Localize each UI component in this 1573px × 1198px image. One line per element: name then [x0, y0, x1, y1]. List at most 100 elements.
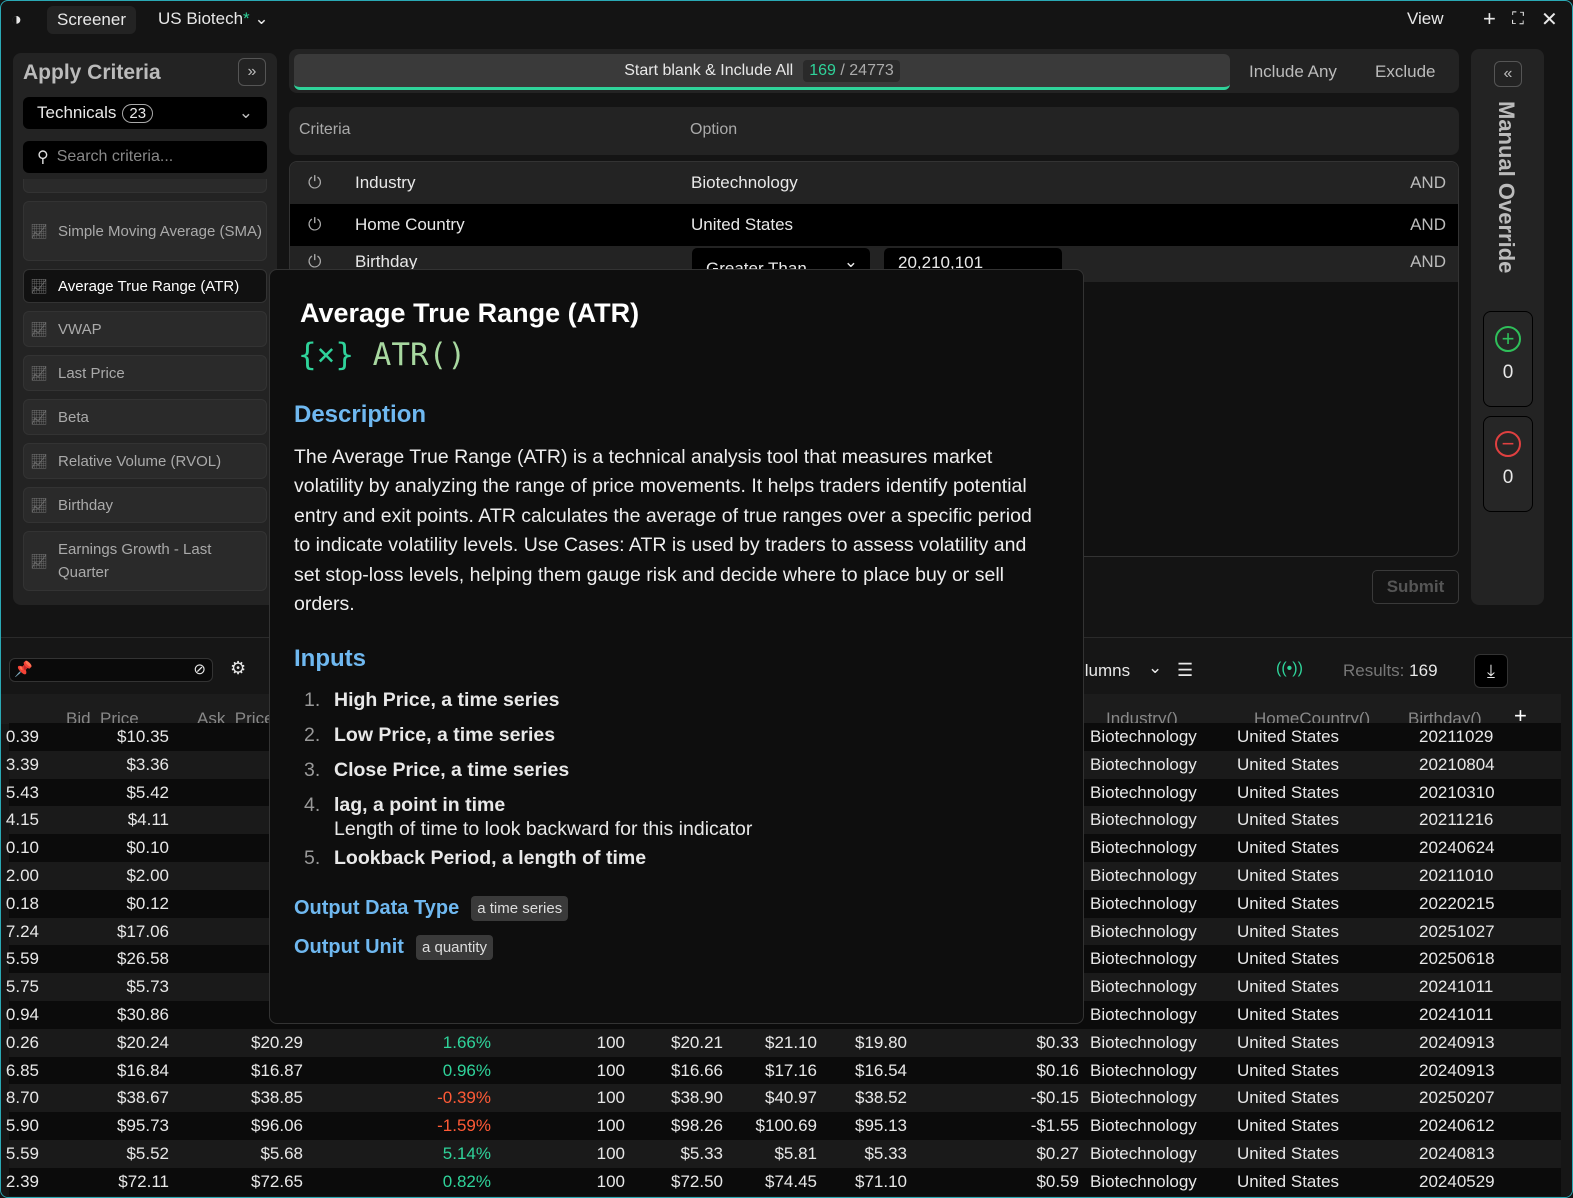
cell-l: $19.80 — [855, 1032, 907, 1052]
cell-bd: 20240529 — [1419, 1171, 1495, 1191]
table-row[interactable]: 2.39 $72.11 $72.65 0.82% 100 $72.50 $74.45 $71.… — [6, 1167, 1561, 1196]
cell-ind: Biotechnology — [1090, 810, 1197, 830]
cell-bd: 20241011 — [1419, 977, 1494, 997]
cell-cty: United States — [1237, 977, 1340, 997]
plus-icon[interactable]: + — [1483, 6, 1496, 32]
criteria-info-popover: Average True Range (ATR) {×} ATR() Descr… — [269, 269, 1084, 1024]
contrast-icon[interactable]: ◑ — [11, 9, 22, 30]
cell-qty: 100 — [596, 1144, 625, 1163]
menu-icon[interactable]: ☰ — [1177, 660, 1193, 681]
include-all-tab[interactable]: Start blank & Include All 169 / 24773 — [294, 54, 1230, 90]
criteria-item-partial[interactable] — [23, 179, 267, 193]
collapse-icon[interactable]: « — [1494, 61, 1522, 87]
table-row[interactable]: 0.26 $20.24 $20.29 1.66% 100 $20.21 $21.10 $19.… — [6, 1028, 1561, 1057]
output-type-tag: a time series — [471, 896, 569, 922]
screen-selector[interactable]: US Biotech* ⌄ — [158, 9, 269, 29]
expand-icon[interactable]: » — [238, 58, 266, 86]
cell-l: $16.54 — [855, 1060, 907, 1080]
cell-bid: $72.11 — [118, 1171, 169, 1191]
cell-c0: 0.18 — [5, 893, 39, 913]
cell-h: $5.81 — [774, 1144, 817, 1163]
cell-ask: $16.87 — [251, 1060, 303, 1080]
chart-line-icon: 📈︎ — [30, 408, 48, 425]
chart-line-icon: 📈︎ — [30, 222, 48, 239]
cell-c0: 4.15 — [5, 810, 39, 830]
screener-tab[interactable]: Screener — [47, 6, 136, 34]
criteria-item[interactable]: 📈︎ Simple Moving Average (SMA) — [23, 201, 267, 261]
exclude-tab[interactable]: Exclude — [1375, 62, 1435, 82]
cell-cty: United States — [1237, 1005, 1340, 1024]
cell-qty: 100 — [596, 1116, 625, 1136]
power-icon[interactable]: ⏻ — [308, 215, 321, 235]
criteria-row[interactable]: ⏻ Industry Biotechnology AND — [290, 162, 1458, 204]
table-row[interactable]: 8.70 $38.67 $38.85 -0.39% 100 $38.90 $40.97 $38… — [6, 1084, 1561, 1113]
criteria-item[interactable]: 📈︎ Last Price — [23, 355, 267, 391]
cell-bd: 20211216 — [1419, 810, 1494, 830]
pin-filter-input[interactable]: 📌 ⊘ — [9, 658, 213, 682]
criteria-item-label: Beta — [58, 408, 89, 426]
chart-line-icon: 📈︎ — [30, 552, 48, 569]
criteria-row[interactable]: ⏻ Home Country United States AND — [290, 204, 1458, 246]
submit-button[interactable]: Submit — [1372, 570, 1459, 604]
criteria-item[interactable]: 📈︎ Beta — [23, 399, 267, 435]
cell-c0: 5.43 — [5, 782, 39, 802]
close-icon[interactable]: ✕ — [1541, 7, 1558, 32]
chart-line-icon: 📈︎ — [30, 452, 48, 469]
download-icon[interactable]: ⤓ — [1474, 654, 1508, 688]
cell-cty: United States — [1237, 1116, 1340, 1136]
criteria-item-label: Relative Volume (RVOL) — [58, 452, 222, 470]
popover-title: Average True Range (ATR) — [300, 298, 640, 328]
include-any-tab[interactable]: Include Any — [1249, 62, 1337, 82]
search-criteria-input[interactable]: ⚲ Search criteria... — [23, 141, 267, 173]
power-icon[interactable]: ⏻ — [308, 173, 321, 193]
criteria-item[interactable]: 📈︎ Earnings Growth - Last Quarter — [23, 531, 267, 591]
minus-circle-icon: − — [1495, 431, 1521, 457]
criteria-item-label: VWAP — [58, 320, 102, 338]
inputs-list: 1. High Price, a time series 2. Low Price, … — [294, 683, 1053, 876]
criteria-item[interactable]: 📈︎ VWAP — [23, 311, 267, 347]
logic-label[interactable]: AND — [1410, 173, 1446, 193]
view-menu[interactable]: View — [1407, 9, 1444, 29]
live-signal-icon[interactable]: ((•)) — [1276, 660, 1303, 678]
chevron-down-icon[interactable]: ⌄ — [1148, 658, 1162, 678]
criteria-item[interactable]: 📈︎ Average True Range (ATR) — [23, 269, 267, 303]
cell-bd: 20220215 — [1419, 893, 1495, 913]
modified-marker: * — [243, 9, 250, 28]
criteria-item-label: Birthday — [58, 496, 114, 514]
cell-bid: $4.11 — [127, 810, 169, 830]
criteria-item[interactable]: 📈︎ Relative Volume (RVOL) — [23, 443, 267, 479]
criteria-item-label: Earnings Growth - Last Quarter — [58, 541, 212, 581]
cell-ind: Biotechnology — [1090, 1171, 1197, 1191]
table-row[interactable]: 6.85 $16.84 $16.87 0.96% 100 $16.66 $17.16 $16.… — [6, 1056, 1561, 1085]
cell-chg: $0.27 — [1036, 1144, 1079, 1163]
cell-ind: Biotechnology — [1090, 893, 1197, 913]
cell-ind: Biotechnology — [1090, 977, 1197, 997]
cell-c0: 0.26 — [5, 1032, 39, 1052]
top-bar: ◑ Screener US Biotech* ⌄ View + ⛶ ✕ — [1, 1, 1572, 41]
include-all-label: Start blank & Include All — [624, 61, 794, 79]
fullscreen-icon[interactable]: ⛶ — [1512, 9, 1524, 29]
table-row[interactable]: 5.90 $95.73 $96.06 -1.59% 100 $98.26 $100.69 $9… — [6, 1112, 1561, 1141]
cell-o: $98.26 — [671, 1116, 723, 1136]
eye-off-icon[interactable]: ⊘ — [193, 660, 206, 678]
cell-c0: 2.00 — [5, 866, 39, 885]
category-select[interactable]: Technicals 23 ⌄ — [23, 97, 267, 129]
cell-cty: United States — [1237, 754, 1340, 774]
cell-cty: United States — [1237, 1032, 1340, 1052]
cell-ind: Biotechnology — [1090, 1032, 1197, 1052]
chevron-down-icon: ⌄ — [238, 103, 253, 122]
cell-ind: Biotechnology — [1090, 754, 1197, 774]
pin-icon[interactable]: 📌 — [14, 660, 33, 678]
option-column-header: Option — [690, 121, 738, 138]
cell-ask: $96.06 — [251, 1116, 303, 1136]
include-override-button[interactable]: +0 — [1483, 311, 1533, 407]
cell-bid: $16.84 — [117, 1060, 169, 1080]
include-count: 0 — [1502, 362, 1514, 383]
gear-icon[interactable]: ⚙ — [230, 658, 246, 679]
criteria-item[interactable]: 📈︎ Birthday — [23, 487, 267, 523]
logic-label[interactable]: AND — [1410, 252, 1446, 272]
exclude-override-button[interactable]: −0 — [1483, 416, 1533, 512]
logic-label[interactable]: AND — [1410, 215, 1446, 235]
cell-bid: $5.52 — [126, 1144, 169, 1163]
table-row[interactable]: 5.59 $5.52 $5.68 5.14% 100 $5.33 $5.81 $5.33 $0.… — [6, 1140, 1561, 1168]
